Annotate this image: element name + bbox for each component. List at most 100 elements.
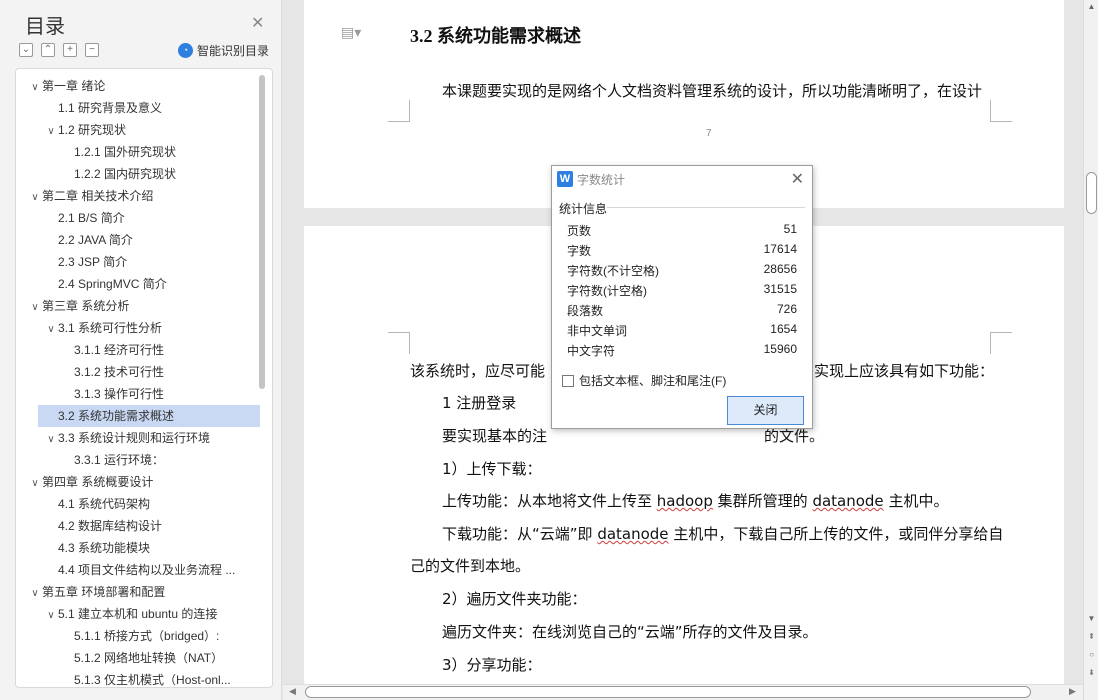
stat-value: 726 <box>776 302 797 316</box>
vertical-scroll-thumb[interactable] <box>1086 172 1097 214</box>
toc-item[interactable]: ∨ 第五章 环境部署和配置 <box>16 581 260 603</box>
toc-item[interactable]: 1.2.1 国外研究现状 <box>16 141 260 163</box>
dialog-titlebar[interactable]: W 字数统计 ✕ <box>552 166 812 192</box>
toc-item[interactable]: 2.3 JSP 简介 <box>16 251 260 273</box>
toc-item[interactable]: ∨ 5.1 建立本机和 ubuntu 的连接 <box>16 603 260 625</box>
toc-item[interactable]: 1.2.2 国内研究现状 <box>16 163 260 185</box>
include-textboxes-checkbox[interactable]: 包括文本框、脚注和尾注(F) <box>562 372 726 389</box>
toc-item[interactable]: 2.2 JAVA 简介 <box>16 229 260 251</box>
toc-item[interactable]: 5.1.3 仅主机模式（Host-onl... <box>16 669 260 687</box>
previous-page-icon[interactable]: ⇞ <box>1087 632 1096 644</box>
toc-item[interactable]: ∨ 3.1 系统可行性分析 <box>16 317 260 339</box>
vertical-scrollbar[interactable]: ▲ ▼ ⇞ ○ ⇟ <box>1083 0 1098 700</box>
stat-row: 字符数(不计空格) 28656 <box>567 262 797 282</box>
toc-scrollbar-thumb[interactable] <box>259 75 265 389</box>
toc-item[interactable]: 2.4 SpringMVC 简介 <box>16 273 260 295</box>
toc-item-label: 2.1 B/S 简介 <box>58 211 125 225</box>
collapse-all-icon[interactable]: ⌄ <box>19 43 33 57</box>
toc-panel: ∨ 第一章 绪论 1.1 研究背景及意义 ∨ 1.2 研究现状 1.2.1 国外研究现状 1… <box>15 68 273 688</box>
toc-item[interactable]: 3.2 系统功能需求概述 <box>38 405 260 427</box>
intro-paragraph: 本课题要实现的是网络个人文档资料管理系统的设计，所以功能清晰明了，在设计 <box>442 82 983 100</box>
toc-item-label: 5.1.3 仅主机模式（Host-onl... <box>74 673 231 687</box>
toc-item-label: 4.3 系统功能模块 <box>58 541 151 555</box>
chevron-down-icon[interactable]: ∨ <box>28 297 42 317</box>
toc-item[interactable]: 2.1 B/S 简介 <box>16 207 260 229</box>
stat-row: 非中文单词 1654 <box>567 322 797 342</box>
scroll-left-icon[interactable]: ◀ <box>289 686 296 697</box>
stat-value: 1654 <box>770 322 797 336</box>
toc-item-label: 第一章 绪论 <box>42 79 106 93</box>
toc-item-label: 3.3.1 运行环境： <box>74 453 165 467</box>
chevron-down-icon[interactable]: ∨ <box>44 319 58 339</box>
toc-toolbar: ⌄ ⌃ + − <box>19 43 99 57</box>
toc-item-label: 5.1.2 网络地址转换（NAT） <box>74 651 224 665</box>
remove-icon[interactable]: − <box>85 43 99 57</box>
chevron-down-icon[interactable]: ∨ <box>44 121 58 141</box>
page-number: 7 <box>706 128 712 139</box>
checkbox-icon[interactable] <box>562 374 574 387</box>
toc-item[interactable]: 5.1.2 网络地址转换（NAT） <box>16 647 260 669</box>
toc-item-label: 2.3 JSP 简介 <box>58 255 128 269</box>
stat-value: 17614 <box>763 242 797 256</box>
horizontal-scrollbar[interactable]: ◀ ▶ <box>283 684 1083 700</box>
stat-value: 28656 <box>763 262 797 276</box>
stats-group-label: 统计信息 <box>559 202 608 216</box>
select-browse-icon[interactable]: ○ <box>1087 650 1096 662</box>
section-heading: 3.2 系统功能需求概述 <box>410 26 581 46</box>
smart-toc-button[interactable]: ◔ 智能识别目录 <box>178 42 269 59</box>
stat-label: 字符数(不计空格) <box>567 264 659 278</box>
toc-item[interactable]: 5.1.1 桥接方式（bridged）: <box>16 625 260 647</box>
page-corner-mark <box>990 100 1012 122</box>
toc-item[interactable]: 4.3 系统功能模块 <box>16 537 260 559</box>
page-corner-mark <box>990 332 1012 354</box>
expand-level-icon[interactable]: ⌃ <box>41 43 55 57</box>
continued-text-right: 实现上应该具有如下功能： <box>814 362 995 380</box>
upload-heading: 1）上传下载： <box>442 460 542 478</box>
chevron-down-icon[interactable]: ∨ <box>28 473 42 493</box>
close-icon[interactable]: ✕ <box>791 169 804 189</box>
toc-item[interactable]: 4.2 数据库结构设计 <box>16 515 260 537</box>
checkbox-label: 包括文本框、脚注和尾注(F) <box>579 374 727 388</box>
toc-item[interactable]: 4.4 项目文件结构以及业务流程 ... <box>16 559 260 581</box>
toc-item[interactable]: ∨ 第三章 系统分析 <box>16 295 260 317</box>
toc-item[interactable]: 3.1.2 技术可行性 <box>16 361 260 383</box>
toc-item[interactable]: 1.1 研究背景及意义 <box>16 97 260 119</box>
next-page-icon[interactable]: ⇟ <box>1087 668 1096 680</box>
download-paragraph: 下载功能：从“云端”即 datanode 主机中，下载自己所上传的文件，或同伴分… <box>442 525 1004 543</box>
toc-item-label: 3.3 系统设计规则和运行环境 <box>58 431 211 445</box>
toc-item-label: 第五章 环境部署和配置 <box>42 585 166 599</box>
toc-item[interactable]: ∨ 第四章 系统概要设计 <box>16 471 260 493</box>
chevron-down-icon[interactable]: ∨ <box>28 77 42 97</box>
toc-item[interactable]: ∨ 1.2 研究现状 <box>16 119 260 141</box>
stat-label: 页数 <box>567 224 592 238</box>
add-icon[interactable]: + <box>63 43 77 57</box>
page-menu-icon[interactable]: ▤▾ <box>341 24 361 41</box>
toc-item[interactable]: ∨ 3.3 系统设计规则和运行环境 <box>16 427 260 449</box>
toc-item[interactable]: ∨ 第一章 绪论 <box>16 75 260 97</box>
scroll-right-icon[interactable]: ▶ <box>1069 686 1076 697</box>
toc-item[interactable]: ∨ 第二章 相关技术介绍 <box>16 185 260 207</box>
stat-row: 段落数 726 <box>567 302 797 322</box>
stat-label: 字符数(计空格) <box>567 284 647 298</box>
chevron-down-icon[interactable]: ∨ <box>28 187 42 207</box>
toc-item[interactable]: 3.1.1 经济可行性 <box>16 339 260 361</box>
horizontal-scroll-thumb[interactable] <box>305 686 1031 698</box>
chevron-down-icon[interactable]: ∨ <box>28 583 42 603</box>
close-icon[interactable]: ✕ <box>251 13 264 33</box>
scroll-down-icon[interactable]: ▼ <box>1087 614 1096 626</box>
toc-item[interactable]: 3.1.3 操作可行性 <box>16 383 260 405</box>
chevron-down-icon[interactable]: ∨ <box>44 429 58 449</box>
stat-value: 31515 <box>763 282 797 296</box>
download-paragraph-cont: 己的文件到本地。 <box>410 557 531 575</box>
toc-item-label: 1.2.2 国内研究现状 <box>74 167 177 181</box>
stat-row: 中文字符 15960 <box>567 342 797 362</box>
wps-logo-icon: W <box>557 171 573 187</box>
toc-item-label: 第四章 系统概要设计 <box>42 475 154 489</box>
chevron-down-icon[interactable]: ∨ <box>44 605 58 625</box>
scroll-up-icon[interactable]: ▲ <box>1087 2 1096 14</box>
toc-item[interactable]: 3.3.1 运行环境： <box>16 449 260 471</box>
toc-item-label: 4.2 数据库结构设计 <box>58 519 163 533</box>
close-button[interactable]: 关闭 <box>727 396 804 425</box>
toc-item[interactable]: 4.1 系统代码架构 <box>16 493 260 515</box>
stat-value: 15960 <box>763 342 797 356</box>
